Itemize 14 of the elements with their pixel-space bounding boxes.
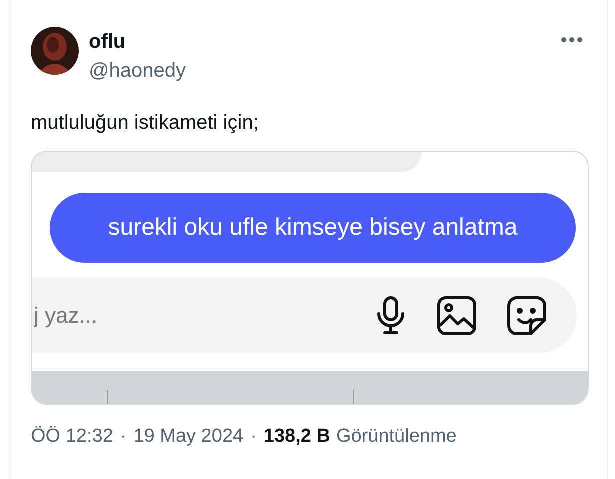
image-icon[interactable] xyxy=(437,296,477,336)
microphone-icon[interactable] xyxy=(375,296,407,336)
author-handle[interactable]: @haonedy xyxy=(89,58,186,84)
post-date[interactable]: 19 May 2024 xyxy=(134,423,244,452)
separator-dot: · xyxy=(120,425,127,449)
view-count: 138,2 B xyxy=(264,425,330,449)
sticker-icon[interactable] xyxy=(507,296,547,336)
post-text: mutluluğun istikameti için; xyxy=(31,111,260,136)
more-icon xyxy=(561,37,583,43)
author-name[interactable]: oflu xyxy=(89,29,186,55)
sent-message: surekli oku ufle kimseye bisey anlatma xyxy=(50,193,576,263)
post-time[interactable]: ÖÖ 12:32 xyxy=(31,423,114,452)
views-label: Görüntülenme xyxy=(336,425,457,449)
separator-dot: · xyxy=(250,425,257,449)
